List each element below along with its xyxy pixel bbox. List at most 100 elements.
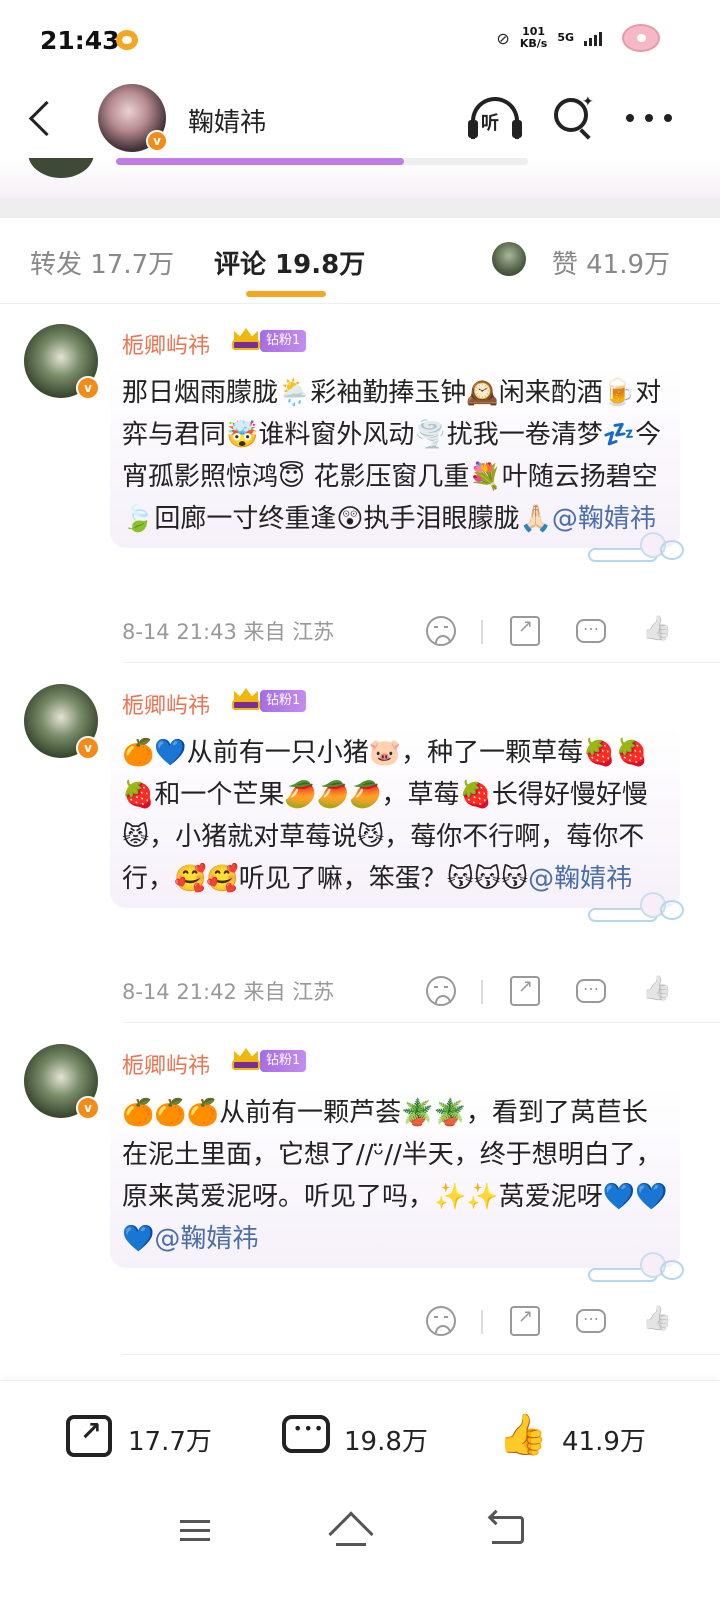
comment-icon	[282, 1415, 330, 1453]
tab-comments[interactable]: 评论 19.8万	[214, 244, 365, 281]
tabs: 转发 17.7万 评论 19.8万 赞 41.9万	[0, 218, 720, 304]
status-time: 21:43	[40, 26, 120, 55]
comment-actions	[426, 1305, 676, 1340]
comment-time: 8-14 21:42	[122, 980, 237, 1004]
back-button[interactable]	[22, 96, 62, 140]
cloud-decoration	[588, 530, 688, 570]
avatar[interactable]: v	[24, 324, 100, 400]
net-speed: 101 KB/s	[520, 26, 547, 50]
reply-icon[interactable]	[576, 975, 606, 1003]
comment-text: 🍊💙从前有一只小猪🐷，种了一颗草莓🍓🍓🍓和一个芒果🥭🥭🥭，草莓🍓长得好慢好慢😾，…	[122, 732, 668, 900]
reply-icon[interactable]	[576, 1305, 606, 1333]
more-dot-icon	[645, 114, 653, 122]
like-count: 41.9万	[562, 1427, 646, 1457]
no-signal-icon: ⊘	[496, 28, 510, 48]
comment-count: 19.8万	[344, 1427, 428, 1457]
fan-badge[interactable]: 钻粉1	[260, 1050, 307, 1072]
dislike-icon[interactable]	[426, 1306, 456, 1336]
fan-badge[interactable]: 钻粉1	[260, 330, 307, 352]
comment-bubble: 🍊💙从前有一只小猪🐷，种了一颗草莓🍓🍓🍓和一个芒果🥭🥭🥭，草莓🍓长得好慢好慢😾，…	[110, 726, 684, 922]
mention-link[interactable]: @鞠婧祎	[154, 1224, 258, 1254]
signal-icon	[584, 30, 602, 46]
home-icon[interactable]	[328, 1511, 374, 1557]
divider	[122, 1022, 720, 1023]
search-icon-handle	[579, 128, 591, 140]
thumbs-up-icon: 👍	[498, 1412, 548, 1458]
comment-meta: 8-14 21:43 来自 江苏	[122, 616, 334, 646]
recent-apps-icon[interactable]	[180, 1518, 210, 1544]
avatar[interactable]: v	[24, 1044, 100, 1120]
comment-bubble: 那日烟雨朦胧🌦️彩袖勤捧玉钟🕰️闲来酌酒🍺对弈与君同🤯谁料窗外风动🌪️扰我一卷清…	[110, 366, 684, 562]
system-back-icon[interactable]	[492, 1516, 524, 1544]
fan-badge[interactable]: 钻粉1	[260, 690, 307, 712]
comment-meta: 8-14 21:42 来自 江苏	[122, 976, 334, 1006]
headphone-left-ear	[468, 120, 478, 138]
cloud-decoration	[588, 1250, 688, 1290]
comment-item: v 栀卿屿祎 钻粉1 🍊🍊🍊从前有一颗芦荟🪴🪴，看到了莴苣长在泥土里面，它想了/…	[0, 1044, 720, 1364]
tab-likes[interactable]: 赞 41.9万	[552, 244, 670, 281]
comment-author[interactable]: 栀卿屿祎	[122, 1048, 210, 1080]
comment-text: 🍊🍊🍊从前有一颗芦荟🪴🪴，看到了莴苣长在泥土里面，它想了//ᵕ̈//半天，终于想…	[122, 1092, 668, 1260]
comment-actions	[426, 975, 676, 1010]
progress-fill	[116, 158, 404, 165]
comment-location: 来自 江苏	[243, 980, 335, 1004]
comment-time: 8-14 21:43	[122, 620, 237, 644]
section-divider	[0, 198, 720, 218]
donut-battery-icon	[622, 24, 660, 52]
status-bar: 21:43 ⊘ 101 KB/s 5G	[0, 0, 720, 78]
comment-item: v 栀卿屿祎 钻粉1 那日烟雨朦胧🌦️彩袖勤捧玉钟🕰️闲来酌酒🍺对弈与君同🤯谁料…	[0, 324, 720, 664]
share-icon[interactable]	[510, 616, 540, 646]
more-dot-icon	[626, 114, 634, 122]
like-icon[interactable]	[642, 1306, 672, 1336]
divider	[122, 1354, 720, 1355]
share-icon[interactable]	[510, 1306, 540, 1336]
headphone-right-ear	[512, 120, 522, 138]
more-button[interactable]	[626, 108, 672, 128]
listen-button[interactable]: 听	[468, 94, 522, 142]
weibo-notification-icon	[116, 30, 138, 50]
search-button[interactable]: ✦	[552, 94, 596, 140]
share-count: 17.7万	[128, 1427, 212, 1457]
comment-author[interactable]: 栀卿屿祎	[122, 328, 210, 360]
post-avatar	[28, 158, 94, 178]
liker-avatar	[492, 242, 526, 276]
verified-badge-icon: v	[76, 1096, 100, 1120]
status-indicators: ⊘ 101 KB/s 5G	[496, 26, 602, 50]
action-separator	[481, 1310, 483, 1334]
reply-icon[interactable]	[576, 615, 606, 643]
verified-badge-icon: v	[146, 130, 168, 152]
crown-icon	[232, 686, 260, 712]
verified-badge-icon: v	[76, 376, 100, 400]
comment-text: 那日烟雨朦胧🌦️彩袖勤捧玉钟🕰️闲来酌酒🍺对弈与君同🤯谁料窗外风动🌪️扰我一卷清…	[122, 372, 668, 540]
dislike-icon[interactable]	[426, 976, 456, 1006]
page-title[interactable]: 鞠婧祎	[188, 102, 266, 139]
divider	[122, 662, 720, 663]
crown-icon	[232, 1046, 260, 1072]
cloud-decoration	[588, 890, 688, 930]
dislike-icon[interactable]	[426, 616, 456, 646]
active-tab-indicator	[246, 291, 326, 297]
network-type: 5G	[557, 31, 574, 44]
comment-item: v 栀卿屿祎 钻粉1 🍊💙从前有一只小猪🐷，种了一颗草莓🍓🍓🍓和一个芒果🥭🥭🥭，…	[0, 684, 720, 1024]
tab-forward[interactable]: 转发 17.7万	[30, 244, 174, 281]
post-residual	[0, 158, 720, 198]
like-icon[interactable]	[642, 616, 672, 646]
sparkle-icon: ✦	[582, 94, 594, 110]
more-dot-icon	[664, 114, 672, 122]
comment-location: 来自 江苏	[243, 620, 335, 644]
like-icon[interactable]	[642, 976, 672, 1006]
action-separator	[481, 620, 483, 644]
crown-icon	[232, 326, 260, 352]
listen-label: 听	[481, 113, 499, 134]
action-separator	[481, 980, 483, 1004]
comment-author[interactable]: 栀卿屿祎	[122, 688, 210, 720]
share-icon	[66, 1415, 112, 1457]
verified-badge-icon: v	[76, 736, 100, 760]
share-icon[interactable]	[510, 976, 540, 1006]
net-speed-unit: KB/s	[519, 37, 548, 50]
top-nav: v 鞠婧祎 听 ✦	[0, 78, 720, 158]
comment-bubble: 🍊🍊🍊从前有一颗芦荟🪴🪴，看到了莴苣长在泥土里面，它想了//ᵕ̈//半天，终于想…	[110, 1086, 684, 1282]
system-nav-bar	[0, 1488, 720, 1608]
avatar[interactable]: v	[24, 684, 100, 760]
comment-actions	[426, 615, 676, 650]
